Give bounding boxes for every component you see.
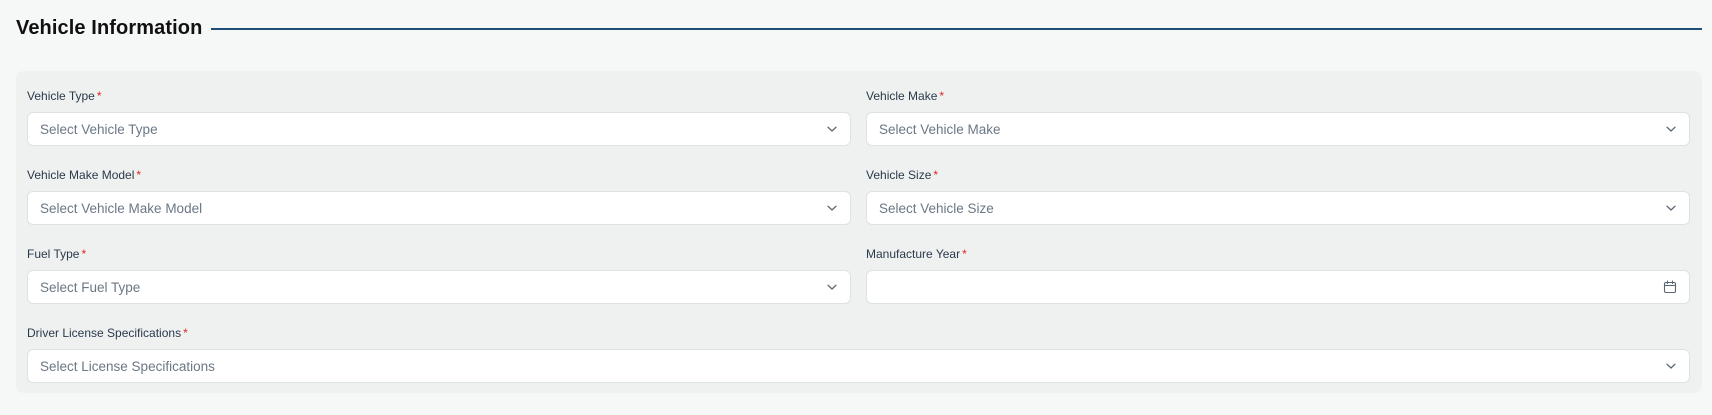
vehicle-make-select[interactable]: Select Vehicle Make xyxy=(866,112,1690,146)
calendar-icon[interactable] xyxy=(1663,280,1677,294)
vehicle-information-panel: Vehicle Type * Select Vehicle Type Vehicl… xyxy=(16,71,1702,393)
vehicle-type-select-wrap: Select Vehicle Type xyxy=(27,112,851,146)
manufacture-year-label: Manufacture Year * xyxy=(866,246,1690,262)
required-marker: * xyxy=(136,168,142,182)
fuel-type-label: Fuel Type * xyxy=(27,246,851,262)
section-title: Vehicle Information xyxy=(16,16,203,39)
vehicle-make-model-field: Vehicle Make Model * xyxy=(27,167,851,183)
vehicle-size-select-wrap: Select Vehicle Size xyxy=(866,191,1690,225)
driver-license-specifications-field: Driver License Specifications * xyxy=(27,325,1690,341)
vehicle-make-field: Vehicle Make * xyxy=(866,88,1690,104)
vehicle-make-label-text: Vehicle Make xyxy=(866,89,938,103)
required-marker: * xyxy=(183,326,188,340)
fuel-type-select-wrap: Select Fuel Type xyxy=(27,270,851,304)
chevron-down-icon xyxy=(826,281,838,293)
vehicle-make-model-select[interactable]: Select Vehicle Make Model xyxy=(27,191,851,225)
required-marker: * xyxy=(933,168,939,182)
vehicle-size-label: Vehicle Size * xyxy=(866,167,1690,183)
vehicle-size-label-text: Vehicle Size xyxy=(866,168,932,182)
driver-license-specifications-select-wrap: Select License Specifications xyxy=(27,349,1690,383)
manufacture-year-field: Manufacture Year * xyxy=(866,246,1690,262)
section-header: Vehicle Information xyxy=(16,16,1702,40)
vehicle-make-placeholder: Select Vehicle Make xyxy=(879,121,1001,137)
required-marker: * xyxy=(962,247,967,261)
vehicle-size-placeholder: Select Vehicle Size xyxy=(879,200,994,216)
required-marker: * xyxy=(939,89,945,103)
vehicle-make-model-label: Vehicle Make Model * xyxy=(27,167,851,183)
fuel-type-placeholder: Select Fuel Type xyxy=(40,279,141,295)
chevron-down-icon xyxy=(1665,123,1677,135)
vehicle-type-placeholder: Select Vehicle Type xyxy=(40,121,158,137)
fuel-type-select[interactable]: Select Fuel Type xyxy=(27,270,851,304)
fuel-type-label-text: Fuel Type xyxy=(27,247,80,261)
vehicle-type-label: Vehicle Type * xyxy=(27,88,851,104)
vehicle-make-model-placeholder: Select Vehicle Make Model xyxy=(40,200,203,216)
section-divider-line xyxy=(211,27,1702,30)
driver-license-specifications-select[interactable]: Select License Specifications xyxy=(27,349,1690,383)
vehicle-size-field: Vehicle Size * xyxy=(866,167,1690,183)
vehicle-size-select[interactable]: Select Vehicle Size xyxy=(866,191,1690,225)
vehicle-make-label: Vehicle Make * xyxy=(866,88,1690,104)
chevron-down-icon xyxy=(1665,202,1677,214)
fuel-type-field: Fuel Type * xyxy=(27,246,851,262)
driver-license-specifications-label-text: Driver License Specifications xyxy=(27,326,182,340)
manufacture-year-label-text: Manufacture Year xyxy=(866,247,961,261)
chevron-down-icon xyxy=(1665,360,1677,372)
manufacture-year-input-wrap xyxy=(866,270,1690,304)
vehicle-make-model-select-wrap: Select Vehicle Make Model xyxy=(27,191,851,225)
vehicle-type-select[interactable]: Select Vehicle Type xyxy=(27,112,851,146)
vehicle-type-label-text: Vehicle Type xyxy=(27,89,95,103)
driver-license-specifications-placeholder: Select License Specifications xyxy=(40,358,215,374)
vehicle-type-field: Vehicle Type * xyxy=(27,88,851,104)
vehicle-make-select-wrap: Select Vehicle Make xyxy=(866,112,1690,146)
vehicle-make-model-label-text: Vehicle Make Model xyxy=(27,168,135,182)
manufacture-year-date-input[interactable] xyxy=(866,270,1690,304)
required-marker: * xyxy=(81,247,87,261)
chevron-down-icon xyxy=(826,123,838,135)
chevron-down-icon xyxy=(826,202,838,214)
required-marker: * xyxy=(96,89,102,103)
driver-license-specifications-label: Driver License Specifications * xyxy=(27,325,1690,341)
